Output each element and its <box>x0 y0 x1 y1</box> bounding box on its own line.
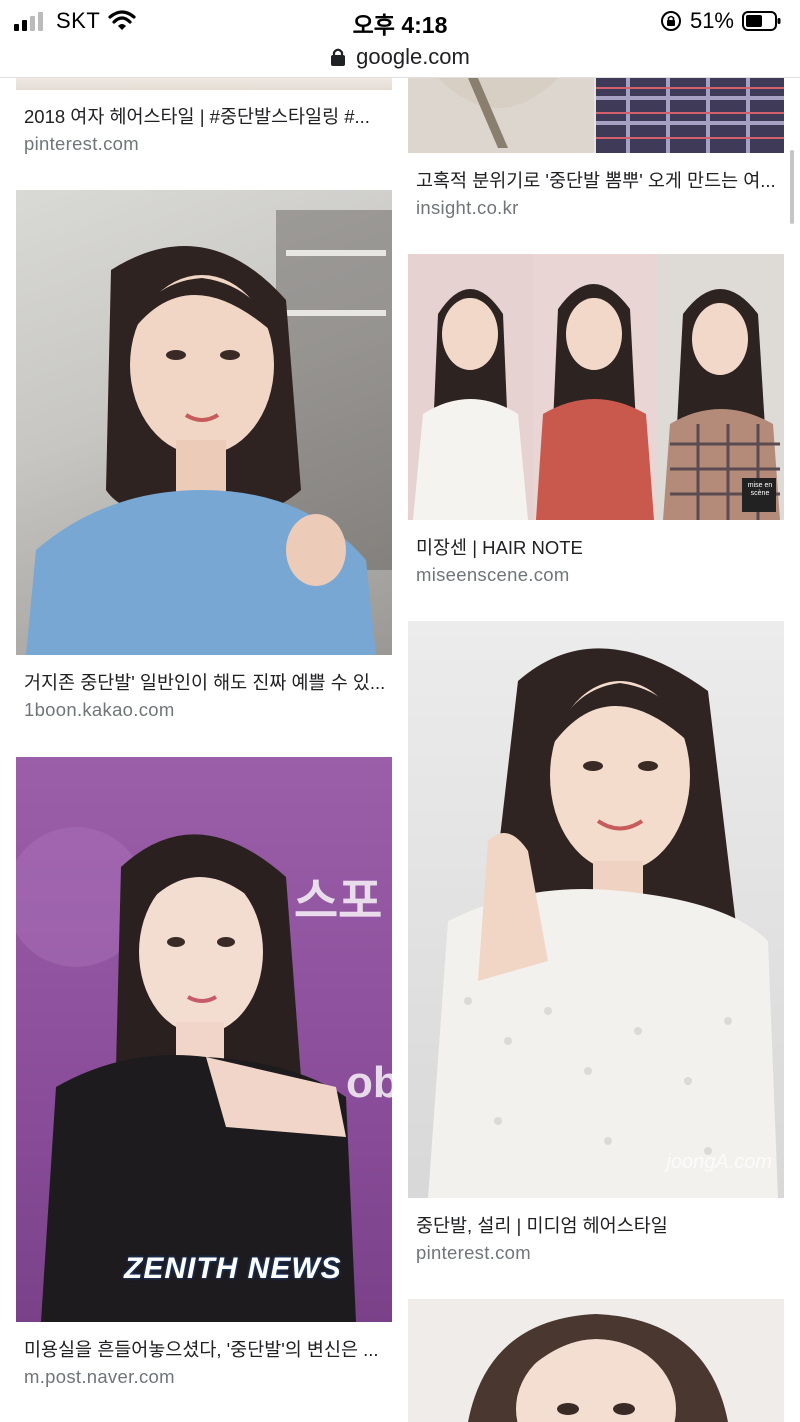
miseenscene-badge: mise en scène <box>744 482 776 498</box>
result-image-6[interactable]: joongA.com <box>408 621 784 1198</box>
result-source-3: m.post.naver.com <box>24 1366 175 1387</box>
watermark-text: joongA.com <box>666 1151 772 1173</box>
watermark: joongA.com <box>666 1151 772 1174</box>
result-image-1[interactable] <box>16 78 392 90</box>
zenith-news-logo-text: ZENITH NEWS <box>124 1252 342 1285</box>
result-caption-6[interactable]: 중단발, 설리 | 미디엄 헤어스타일 <box>416 1212 778 1238</box>
three-portraits-photo-icon <box>408 254 784 520</box>
result-caption-1[interactable]: 2018 여자 헤어스타일 | #중단발스타일링 #... <box>24 103 386 129</box>
result-image-5[interactable]: mise en scène <box>408 254 784 520</box>
battery-percentage: 51% <box>689 8 734 33</box>
portrait-photo-icon <box>26 210 392 655</box>
result-caption-5[interactable]: 미장센 | HAIR NOTE <box>416 534 778 560</box>
scrollbar[interactable] <box>790 150 794 224</box>
status-bar: SKT 오후 4:18 51% <box>0 0 800 40</box>
result-image-2[interactable] <box>16 190 392 655</box>
result-caption-3[interactable]: 미용실을 흔들어놓으셨다, '중단발'의 변신은 ... <box>24 1336 386 1362</box>
result-source-6: pinterest.com <box>416 1242 531 1263</box>
result-caption-2[interactable]: 거지존 중단발' 일반인이 해도 진짜 예쁠 수 있... <box>24 669 386 695</box>
status-right: 51% <box>660 8 782 34</box>
result-image-3[interactable]: 스포 ob ZENITH NEWS <box>16 757 392 1322</box>
url-text: google.com <box>356 44 470 69</box>
result-caption-4[interactable]: 고혹적 분위기로 '중단발 뽐뿌' 오게 만드는 여... <box>416 167 778 193</box>
lock-icon <box>331 48 346 66</box>
zenith-news-logo: ZENITH NEWS <box>124 1252 342 1286</box>
orientation-lock-icon <box>660 11 681 31</box>
miseenscene-badge-text: mise en scène <box>747 482 773 497</box>
battery-icon <box>742 11 781 31</box>
portrait-photo-icon: 스포 ob <box>16 827 392 1322</box>
portrait-photo-icon <box>468 1314 728 1422</box>
result-image-4[interactable] <box>408 78 784 153</box>
result-source-1: pinterest.com <box>24 133 139 154</box>
result-source-4: insight.co.kr <box>416 197 519 218</box>
portrait-photo-icon <box>428 648 778 1198</box>
svg-text:ob: ob <box>346 1058 392 1107</box>
result-source-5: miseenscene.com <box>416 564 570 585</box>
photo-icon <box>408 78 784 153</box>
address-bar[interactable]: google.com <box>0 38 800 76</box>
result-source-2: 1boon.kakao.com <box>24 699 175 720</box>
svg-text:스포: 스포 <box>294 875 382 928</box>
result-image-7[interactable] <box>408 1299 784 1422</box>
